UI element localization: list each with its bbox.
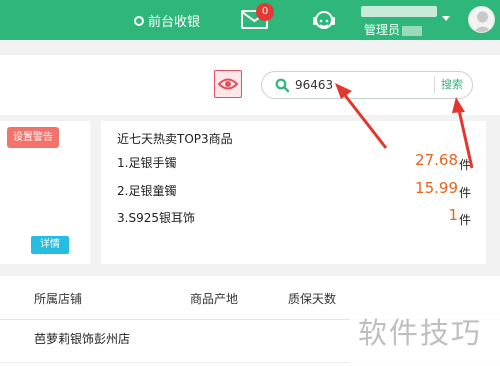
top-item-value: 15.99 (415, 179, 458, 197)
search-icon (275, 78, 289, 92)
pos-cashier-label: 前台收银 (148, 15, 201, 30)
search-box: 搜索 (261, 71, 473, 99)
set-warning-button[interactable]: 设置警告 (7, 127, 59, 148)
avatar[interactable] (468, 6, 495, 33)
watermark-text: 软件技巧 (358, 316, 483, 350)
search-input[interactable] (295, 76, 415, 94)
top-sales-title: 近七天热卖TOP3商品 (117, 132, 233, 146)
top-item-name: 3.S925银耳饰 (117, 211, 195, 225)
top-item-name: 1.足银手镯 (117, 156, 177, 170)
column-header-warranty[interactable]: 质保天数 (288, 290, 336, 307)
column-header-origin[interactable]: 商品产地 (190, 290, 238, 307)
column-header-store[interactable]: 所属店铺 (34, 290, 82, 307)
user-role: 管理员 (364, 21, 423, 38)
top-item-unit: 件 (459, 186, 472, 200)
table-cell-store: 芭萝莉银饰彭州店 (34, 332, 131, 346)
top-item-value: 1 (448, 206, 458, 224)
pos-cashier-link[interactable]: 前台收银 (134, 11, 200, 30)
search-button[interactable]: 搜索 (434, 76, 469, 94)
top-item-value: 27.68 (415, 151, 458, 169)
details-button[interactable]: 详情 (31, 236, 69, 254)
pos-icon (134, 15, 144, 26)
mail-count-badge: 0 (256, 3, 274, 21)
chevron-down-icon[interactable] (442, 16, 450, 21)
eye-icon (217, 78, 239, 90)
top-item-unit: 件 (459, 158, 472, 172)
customer-service-icon[interactable] (311, 7, 337, 33)
top-item-name: 2.足银童镯 (117, 184, 177, 198)
username-redacted (361, 6, 437, 17)
top-item-unit: 件 (459, 213, 472, 227)
user-menu[interactable]: 管理员 (360, 3, 442, 37)
visibility-toggle-button[interactable] (214, 70, 242, 98)
